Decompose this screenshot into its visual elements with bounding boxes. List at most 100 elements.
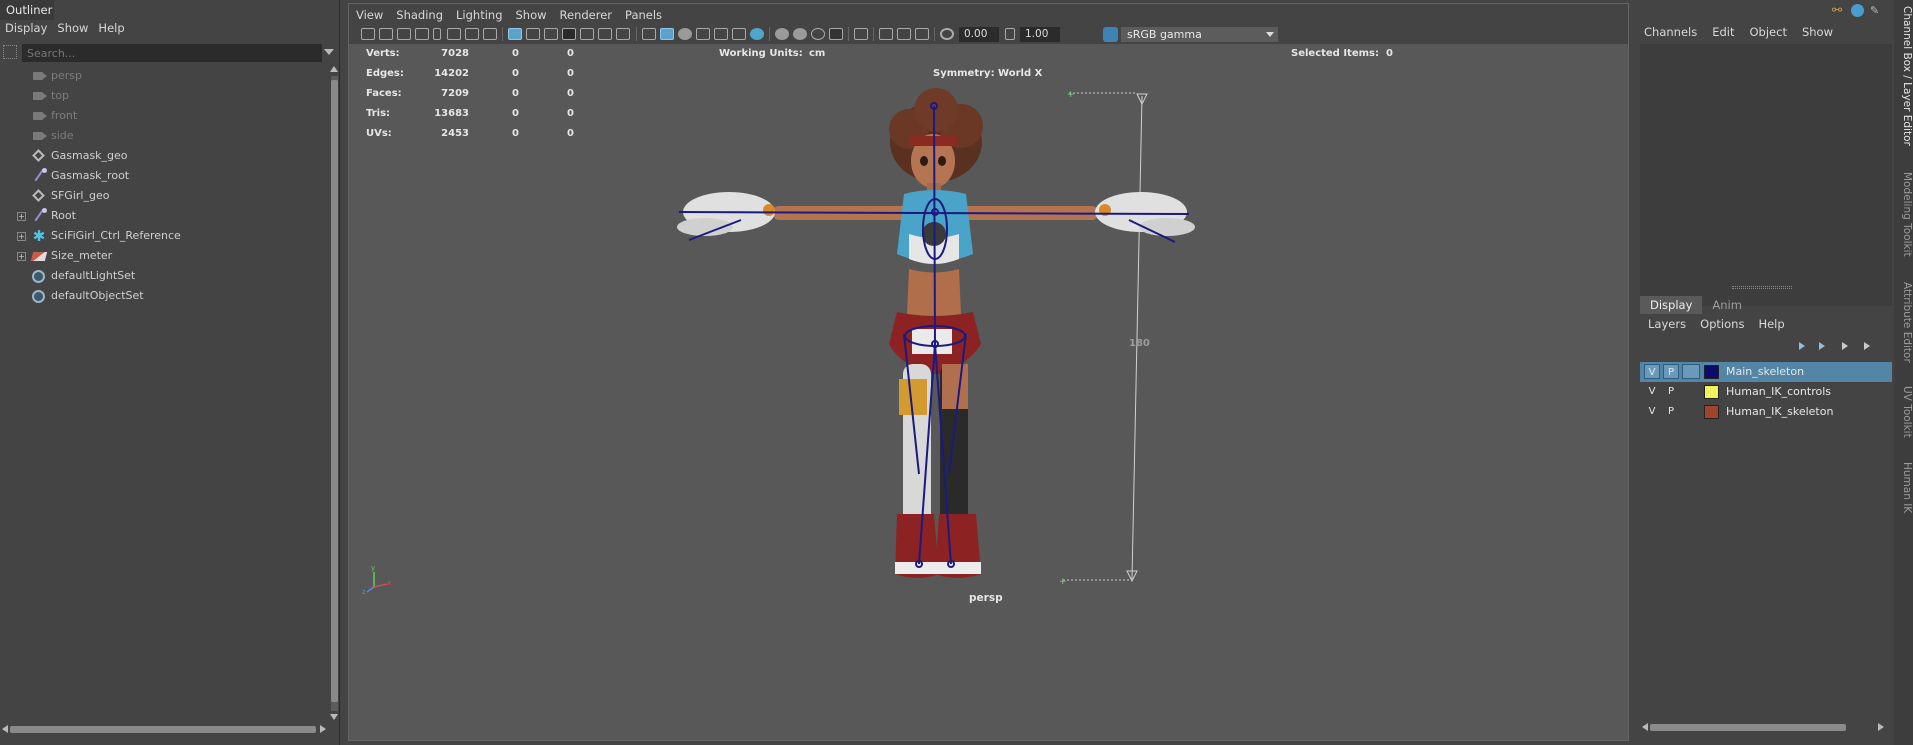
color-management-icon[interactable] [1103, 27, 1118, 42]
layer-menu-help[interactable]: Help [1750, 316, 1790, 334]
search-dropdown-icon[interactable] [324, 49, 334, 55]
layer-visibility-toggle[interactable]: V [1644, 404, 1660, 419]
expand-icon[interactable]: + [17, 212, 26, 221]
account-icon[interactable] [1851, 4, 1864, 17]
gate-mask-icon[interactable] [562, 28, 576, 40]
layer-menu-layers[interactable]: Layers [1640, 316, 1692, 334]
layer-editor-horizontal-scrollbar[interactable] [1640, 722, 1888, 732]
motion-blur-icon[interactable] [793, 28, 807, 40]
scroll-down-icon[interactable] [330, 714, 338, 720]
outliner-menu-show[interactable]: Show [52, 20, 93, 38]
gamma-icon[interactable] [1005, 28, 1015, 40]
layer-color-swatch[interactable] [1704, 385, 1719, 399]
color-space-dropdown[interactable]: sRGB gamma [1121, 27, 1278, 42]
field-chart-icon[interactable] [580, 28, 594, 40]
skeleton-overlay[interactable] [678, 102, 1190, 568]
outliner-horizontal-scrollbar[interactable] [0, 724, 330, 734]
tab-human-ik[interactable]: Human IK [1895, 462, 1913, 513]
tab-attribute-editor[interactable]: Attribute Editor [1895, 282, 1913, 363]
scroll-right-icon[interactable] [1878, 723, 1884, 731]
edit-icon[interactable]: ✎ [1870, 4, 1883, 17]
bookmark-icon[interactable] [397, 28, 411, 40]
isolate-select-icon[interactable] [854, 28, 868, 40]
viewport-menu-shading[interactable]: Shading [389, 4, 449, 24]
viewport-menu-renderer[interactable]: Renderer [553, 4, 619, 24]
tab-channel-box-layer-editor[interactable]: Channel Box / Layer Editor [1895, 6, 1913, 146]
exposure-field[interactable]: 0.00 [959, 27, 999, 42]
viewport-menu-panels[interactable]: Panels [618, 4, 668, 24]
search-options-icon[interactable] [3, 45, 17, 59]
outliner-menu-display[interactable]: Display [0, 20, 52, 38]
outliner-search-input[interactable] [22, 44, 322, 62]
viewport-menu-show[interactable]: Show [509, 4, 553, 24]
tab-uv-toolkit[interactable]: UV Toolkit [1895, 386, 1913, 438]
textured-icon[interactable] [714, 28, 728, 40]
outliner-item-top[interactable]: top [0, 86, 328, 106]
viewport-menu-lighting[interactable]: Lighting [449, 4, 508, 24]
xray-active-components-icon[interactable] [897, 28, 911, 40]
scroll-left-icon[interactable] [2, 725, 8, 733]
layer-display-type-toggle[interactable] [1682, 364, 1700, 379]
xray-joints-icon[interactable] [915, 28, 929, 40]
outliner-title[interactable]: Outliner [0, 0, 54, 20]
new-empty-layer-icon[interactable] [1842, 342, 1854, 350]
viewport-menu-view[interactable]: View [349, 4, 389, 24]
shadows-icon[interactable] [750, 28, 764, 40]
outliner-item-persp[interactable]: persp [0, 66, 328, 86]
scroll-left-icon[interactable] [1642, 723, 1648, 731]
safe-action-icon[interactable] [598, 28, 612, 40]
layer-display-type-toggle[interactable] [1682, 404, 1700, 419]
smooth-shade-icon[interactable] [660, 28, 674, 40]
exposure-icon[interactable] [940, 28, 954, 40]
scroll-thumb[interactable] [1650, 724, 1846, 731]
outliner-item-default-light-set[interactable]: defaultLightSet [0, 266, 328, 286]
channel-box-area[interactable] [1640, 44, 1892, 306]
safe-title-icon[interactable] [616, 28, 630, 40]
xgen-icon[interactable]: ⚯ [1832, 4, 1845, 17]
layer-row-human-ik-skeleton[interactable]: V P Human_IK_skeleton [1640, 402, 1892, 422]
expand-icon[interactable]: + [17, 232, 26, 241]
layer-display-type-toggle[interactable] [1682, 384, 1700, 399]
layer-color-swatch[interactable] [1704, 365, 1719, 379]
layer-playback-toggle[interactable]: P [1663, 404, 1679, 419]
screen-space-ao-icon[interactable] [775, 28, 789, 40]
grid-icon[interactable] [508, 28, 522, 40]
outliner-item-size-meter[interactable]: + Size_meter [0, 246, 328, 266]
viewport-canvas[interactable]: Verts: 7028 0 0 Edges: 14202 0 0 Faces: … [349, 44, 1628, 740]
outliner-item-gasmask-geo[interactable]: Gasmask_geo [0, 146, 328, 166]
move-layer-down-icon[interactable] [1819, 342, 1831, 350]
tab-anim[interactable]: Anim [1702, 296, 1752, 314]
outliner-item-default-object-set[interactable]: defaultObjectSet [0, 286, 328, 306]
move-layer-up-icon[interactable] [1799, 342, 1811, 350]
channel-box-menu-object[interactable]: Object [1742, 22, 1794, 42]
channel-box-menu-channels[interactable]: Channels [1636, 22, 1704, 42]
layer-visibility-toggle[interactable]: V [1644, 384, 1660, 399]
layer-row-main-skeleton[interactable]: V P Main_skeleton [1640, 362, 1892, 382]
outliner-item-front[interactable]: front [0, 106, 328, 126]
2d-pan-zoom-icon[interactable] [465, 28, 479, 40]
new-layer-from-selected-icon[interactable] [1864, 342, 1876, 350]
image-plane-icon[interactable] [415, 28, 429, 40]
wireframe-on-shaded-icon[interactable] [696, 28, 710, 40]
depth-of-field-icon[interactable] [829, 28, 843, 40]
expand-icon[interactable]: + [17, 252, 26, 261]
wireframe-icon[interactable] [642, 28, 656, 40]
multisample-aa-icon[interactable] [811, 28, 825, 40]
bookmark-flag-icon[interactable] [433, 28, 441, 40]
layer-row-human-ik-controls[interactable]: V P Human_IK_controls [1640, 382, 1892, 402]
xray-icon[interactable] [879, 28, 893, 40]
scroll-up-icon[interactable] [330, 66, 338, 72]
scroll-thumb[interactable] [331, 80, 338, 702]
layer-playback-toggle[interactable]: P [1663, 364, 1679, 379]
tab-display[interactable]: Display [1640, 296, 1703, 314]
outliner-item-sfgirl-geo[interactable]: SFGirl_geo [0, 186, 328, 206]
select-camera-icon[interactable] [361, 28, 375, 40]
layer-menu-options[interactable]: Options [1692, 316, 1750, 334]
tab-modeling-toolkit[interactable]: Modeling Toolkit [1895, 172, 1913, 257]
panel-splitter-handle[interactable] [1732, 286, 1792, 289]
channel-box-menu-show[interactable]: Show [1794, 22, 1840, 42]
gamma-field[interactable]: 1.00 [1020, 27, 1060, 42]
layer-playback-toggle[interactable]: P [1663, 384, 1679, 399]
layer-visibility-toggle[interactable]: V [1644, 364, 1660, 379]
outliner-item-scifigirl-ctrl-reference[interactable]: + ✱ SciFiGirl_Ctrl_Reference [0, 226, 328, 246]
